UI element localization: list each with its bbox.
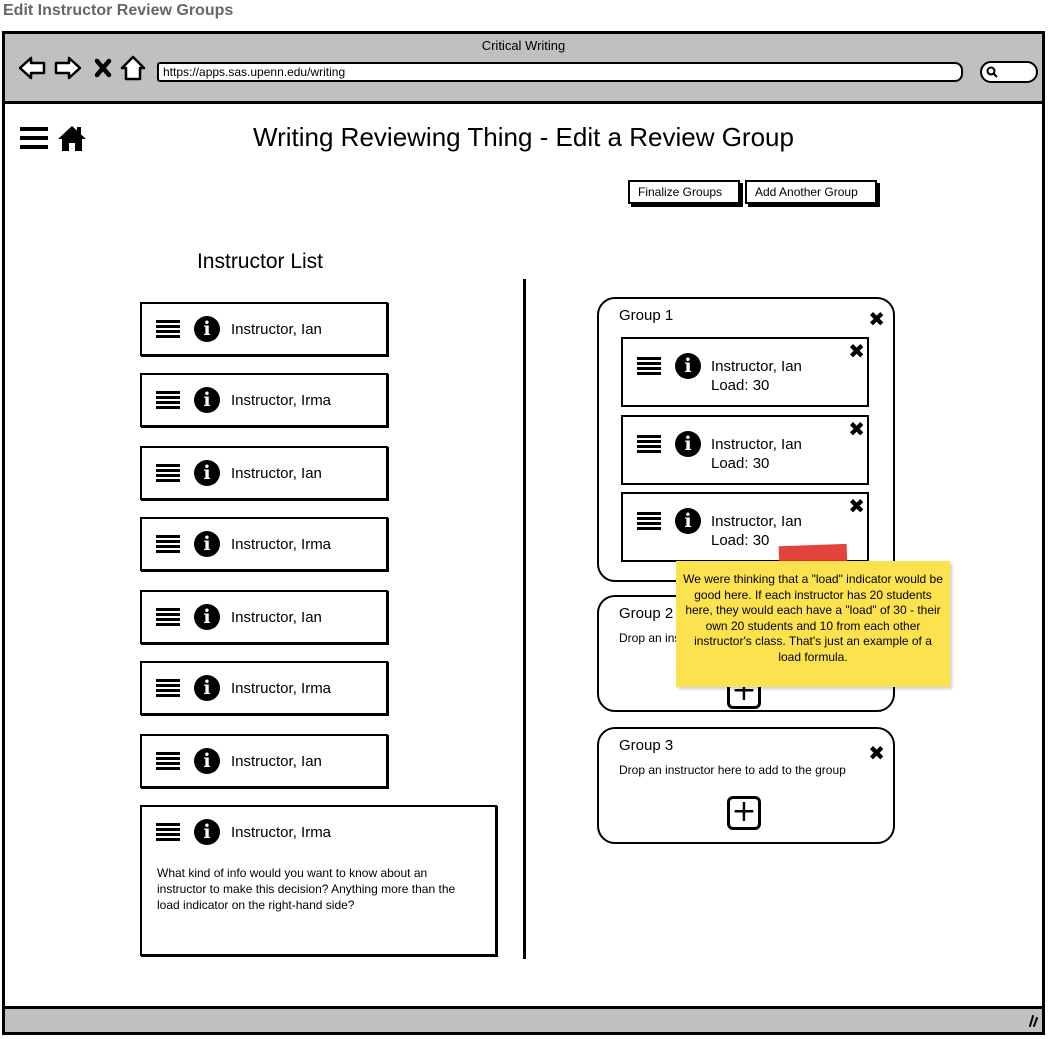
resize-grip-icon[interactable]: [1024, 1013, 1038, 1027]
browser-chrome: Critical Writing https://apps.sas.upenn.…: [5, 34, 1042, 104]
instructor-card[interactable]: i Instructor, Irma: [140, 661, 388, 715]
group-member-card[interactable]: i Instructor, Ian Load: 30 ✖: [621, 415, 869, 485]
member-name: Instructor, Ian: [711, 513, 802, 530]
instructor-card[interactable]: i Instructor, Ian: [140, 446, 388, 500]
instructor-name: Instructor, Ian: [231, 609, 322, 626]
instructor-card[interactable]: i Instructor, Ian: [140, 734, 388, 788]
browser-search-box[interactable]: [980, 61, 1038, 83]
drop-hint: Drop an instructor here to add to the gr…: [619, 763, 846, 777]
instructor-name: Instructor, Ian: [231, 753, 322, 770]
instructor-name: Instructor, Irma: [231, 536, 332, 553]
drag-handle-icon[interactable]: [156, 320, 180, 338]
instructor-card[interactable]: i Instructor, Irma: [140, 373, 388, 427]
instructor-card[interactable]: i Instructor, Irma What kind of info would…: [140, 805, 497, 956]
close-group-icon[interactable]: ✖: [868, 743, 885, 763]
page-title: Writing Reviewing Thing - Edit a Review …: [253, 122, 794, 152]
instructor-note: What kind of info would you want to know…: [157, 866, 456, 912]
remove-member-icon[interactable]: ✖: [848, 496, 865, 516]
drag-handle-icon[interactable]: [637, 435, 661, 453]
instructor-name: Instructor, Irma: [231, 392, 332, 409]
member-load: Load: 30: [711, 377, 770, 394]
instructor-list-title: Instructor List: [196, 250, 324, 273]
info-icon[interactable]: i: [194, 819, 220, 845]
group-card: Group 1 ✖ i Instructor, Ian Load: 30 ✖ i Inst…: [597, 297, 895, 582]
instructor-card[interactable]: i Instructor, Ian: [140, 590, 388, 644]
info-icon[interactable]: i: [194, 387, 220, 413]
close-group-icon[interactable]: ✖: [868, 309, 885, 329]
drag-handle-icon[interactable]: [156, 752, 180, 770]
group-member-card[interactable]: i Instructor, Ian Load: 30 ✖: [621, 337, 869, 407]
remove-member-icon[interactable]: ✖: [848, 341, 865, 361]
member-name: Instructor, Ian: [711, 436, 802, 453]
info-icon[interactable]: i: [194, 604, 220, 630]
url-bar[interactable]: https://apps.sas.upenn.edu/writing: [157, 62, 963, 82]
member-info: Instructor, Ian Load: 30: [711, 357, 802, 395]
instructor-name: Instructor, Irma: [231, 680, 332, 697]
window-title: Critical Writing: [481, 38, 566, 53]
info-icon[interactable]: i: [675, 431, 701, 457]
drag-handle-icon[interactable]: [156, 464, 180, 482]
drag-handle-icon[interactable]: [156, 535, 180, 553]
add-instructor-icon[interactable]: +: [727, 796, 761, 830]
info-icon[interactable]: i: [194, 748, 220, 774]
search-icon: [986, 66, 998, 78]
drag-handle-icon[interactable]: [637, 357, 661, 375]
drag-handle-icon[interactable]: [637, 512, 661, 530]
member-name: Instructor, Ian: [711, 358, 802, 375]
info-icon[interactable]: i: [675, 508, 701, 534]
drag-handle-icon[interactable]: [156, 391, 180, 409]
remove-member-icon[interactable]: ✖: [848, 419, 865, 439]
instructor-card[interactable]: i Instructor, Irma: [140, 517, 388, 571]
drag-handle-icon[interactable]: [156, 679, 180, 697]
back-arrow-icon[interactable]: [17, 54, 47, 82]
info-icon[interactable]: i: [194, 460, 220, 486]
info-icon[interactable]: i: [194, 531, 220, 557]
drag-handle-icon[interactable]: [156, 608, 180, 626]
sticky-note: We were thinking that a "load" indicator…: [676, 561, 950, 687]
add-another-group-button[interactable]: Add Another Group: [745, 180, 877, 204]
instructor-name: Instructor, Ian: [231, 465, 322, 482]
forward-arrow-icon[interactable]: [53, 54, 83, 82]
instructor-name: Instructor, Irma: [231, 824, 332, 841]
group-title: Group 3: [619, 737, 674, 754]
info-icon[interactable]: i: [194, 316, 220, 342]
info-icon[interactable]: i: [194, 675, 220, 701]
finalize-groups-button[interactable]: Finalize Groups: [628, 180, 740, 204]
group-title: Group 1: [619, 307, 674, 324]
status-bar: [5, 1006, 1042, 1032]
stop-icon[interactable]: [93, 54, 113, 82]
home-outline-icon[interactable]: [119, 54, 147, 82]
member-info: Instructor, Ian Load: 30: [711, 435, 802, 473]
instructor-card[interactable]: i Instructor, Ian: [140, 302, 388, 356]
info-icon[interactable]: i: [675, 353, 701, 379]
drag-handle-icon[interactable]: [156, 823, 180, 841]
column-divider: [523, 279, 526, 959]
member-load: Load: 30: [711, 455, 770, 472]
group-card[interactable]: Group 3 ✖ Drop an instructor here to add…: [597, 727, 895, 844]
browser-window: Critical Writing https://apps.sas.upenn.…: [2, 31, 1045, 1035]
page-label: Edit Instructor Review Groups: [3, 2, 234, 19]
member-info: Instructor, Ian Load: 30: [711, 512, 802, 550]
instructor-name: Instructor, Ian: [231, 321, 322, 338]
group-title: Group 2: [619, 605, 674, 622]
